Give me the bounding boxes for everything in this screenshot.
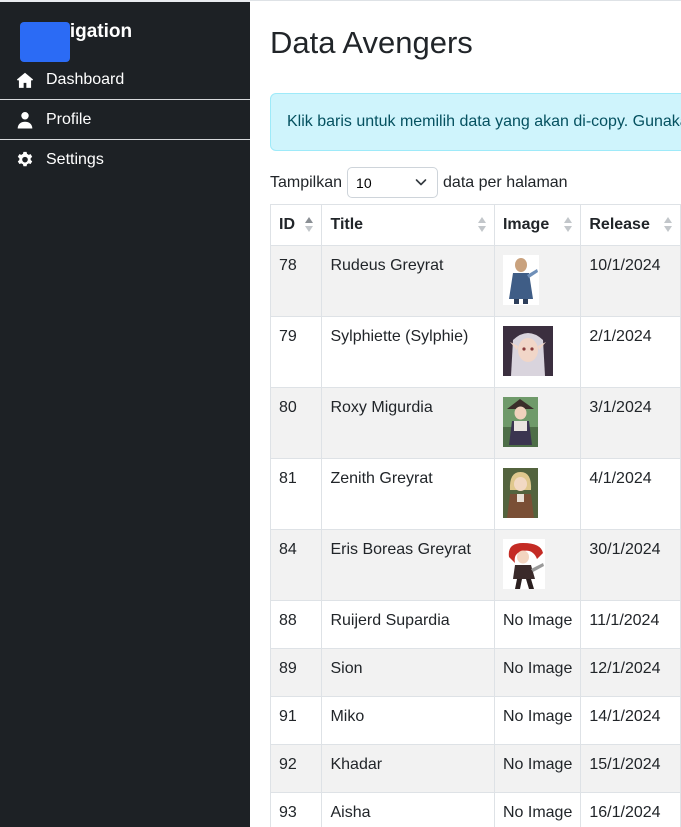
cell-image: No Image (493, 600, 582, 649)
cell-release: 3/1/2024 (580, 387, 681, 459)
sort-icon (564, 217, 573, 233)
cell-title: Roxy Migurdia (321, 387, 495, 459)
page-length-control: Tampilkan 10 data per halaman (270, 167, 568, 198)
sidebar: N Navigation Dashboard Profile Settings (0, 0, 250, 827)
character-thumbnail (502, 326, 553, 376)
sidebar-item-settings[interactable]: Settings (0, 140, 250, 180)
data-table: ID Title Image Release 78 Rudeus Greyrat (269, 204, 681, 827)
cell-release: 11/1/2024 (580, 600, 681, 649)
length-suffix-label: data per halaman (443, 173, 568, 191)
cell-id: 81 (269, 458, 323, 530)
sidebar-item-label: Profile (46, 110, 92, 128)
cell-release: 15/1/2024 (580, 744, 681, 793)
cell-title: Ruijerd Supardia (321, 600, 495, 649)
user-icon (16, 111, 34, 129)
cell-id: 84 (269, 529, 323, 601)
column-header-release[interactable]: Release (580, 204, 681, 246)
cell-image: No Image (493, 792, 582, 827)
cell-title: Zenith Greyrat (321, 458, 495, 530)
cell-title: Rudeus Greyrat (321, 245, 495, 317)
cell-release: 16/1/2024 (580, 792, 681, 827)
column-header-image[interactable]: Image (493, 204, 582, 246)
cell-release: 30/1/2024 (580, 529, 681, 601)
cell-image: No Image (493, 648, 582, 697)
main-content: Data Avengers Klik baris untuk memilih d… (250, 0, 681, 827)
sidebar-item-dashboard[interactable]: Dashboard (0, 60, 250, 100)
sidebar-nav: Dashboard Profile Settings (0, 60, 250, 180)
cell-image (493, 245, 582, 317)
table-row[interactable]: 91 Miko No Image 14/1/2024 (269, 696, 681, 745)
cell-id: 91 (269, 696, 323, 745)
cell-title: Sion (321, 648, 495, 697)
cell-release: 4/1/2024 (580, 458, 681, 530)
info-alert: Klik baris untuk memilih data yang akan … (270, 93, 681, 151)
page-title: Data Avengers (270, 25, 473, 60)
sidebar-item-profile[interactable]: Profile (0, 100, 250, 140)
sort-icon (664, 217, 672, 233)
cell-title: Khadar (321, 744, 495, 793)
cell-image: No Image (493, 696, 582, 745)
table-row[interactable]: 93 Aisha No Image 16/1/2024 (269, 792, 681, 827)
table-row[interactable]: 88 Ruijerd Supardia No Image 11/1/2024 (269, 600, 681, 649)
sort-icon (477, 217, 486, 233)
sidebar-item-label: Dashboard (46, 70, 125, 88)
brand-logo (20, 22, 70, 62)
character-thumbnail (502, 468, 538, 518)
character-thumbnail (502, 397, 538, 447)
cell-id: 92 (269, 744, 323, 793)
cell-release: 14/1/2024 (580, 696, 681, 745)
cell-release: 2/1/2024 (580, 316, 681, 388)
home-icon (16, 71, 34, 89)
column-header-title[interactable]: Title (321, 204, 495, 246)
table-row[interactable]: 84 Eris Boreas Greyrat 30/1/2024 (269, 529, 681, 601)
cell-title: Sylphiette (Sylphie) (321, 316, 495, 388)
cell-image: No Image (493, 744, 582, 793)
length-prefix-label: Tampilkan (270, 173, 343, 191)
cell-title: Miko (321, 696, 495, 745)
table-header-row: ID Title Image Release (269, 204, 681, 246)
character-thumbnail (502, 539, 545, 589)
cell-id: 93 (269, 792, 323, 827)
table-row[interactable]: 89 Sion No Image 12/1/2024 (269, 648, 681, 697)
table-row[interactable]: 80 Roxy Migurdia 3/1/2024 (269, 387, 681, 459)
cell-image (493, 458, 582, 530)
cell-image (493, 316, 582, 388)
sidebar-item-label: Settings (46, 151, 104, 168)
sort-asc-icon (305, 217, 314, 233)
cell-id: 80 (269, 387, 323, 459)
table-row[interactable]: 78 Rudeus Greyrat 10/1/2024 (269, 245, 681, 317)
cell-id: 78 (269, 245, 323, 317)
cell-release: 10/1/2024 (580, 245, 681, 317)
gear-icon (16, 151, 34, 169)
cell-release: 12/1/2024 (580, 648, 681, 697)
table-row[interactable]: 92 Khadar No Image 15/1/2024 (269, 744, 681, 793)
character-thumbnail (502, 255, 539, 305)
table-row[interactable]: 81 Zenith Greyrat 4/1/2024 (269, 458, 681, 530)
cell-title: Aisha (321, 792, 495, 827)
cell-image (493, 387, 582, 459)
cell-title: Eris Boreas Greyrat (321, 529, 495, 601)
cell-id: 79 (269, 316, 323, 388)
cell-id: 88 (269, 600, 323, 649)
cell-id: 89 (269, 648, 323, 697)
column-header-id[interactable]: ID (269, 204, 323, 246)
table-row[interactable]: 79 Sylphiette (Sylphie) 2/1/2024 (269, 316, 681, 388)
cell-image (493, 529, 582, 601)
page-length-select[interactable]: 10 (347, 167, 439, 198)
